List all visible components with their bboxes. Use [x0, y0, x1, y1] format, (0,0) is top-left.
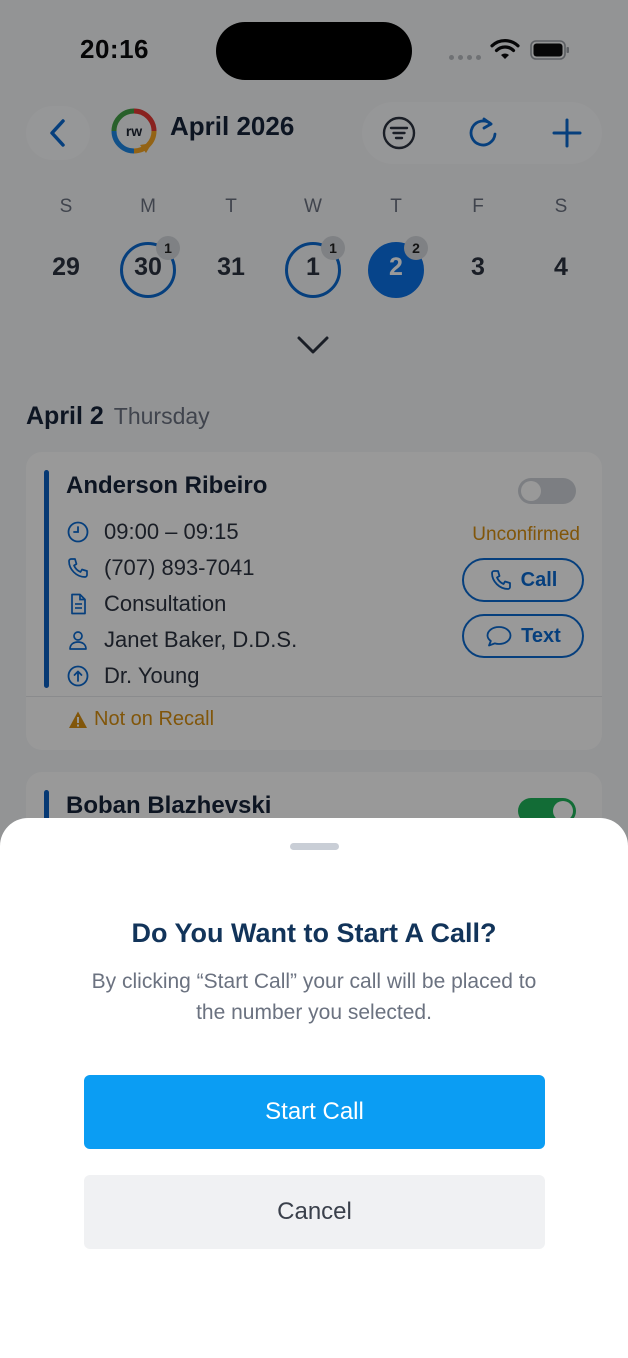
sheet-message: By clicking “Start Call” your call will … [91, 970, 537, 1024]
app-screen: 20:16 rw April 2026 S M T W T F S 29 30 … [0, 0, 628, 1358]
sheet-drag-handle[interactable] [290, 843, 339, 850]
start-call-button[interactable]: Start Call [84, 1075, 545, 1149]
cancel-button[interactable]: Cancel [84, 1175, 545, 1249]
sheet-title: Do You Want to Start A Call? [131, 918, 497, 948]
start-call-sheet: Do You Want to Start A Call? By clicking… [0, 818, 628, 1358]
